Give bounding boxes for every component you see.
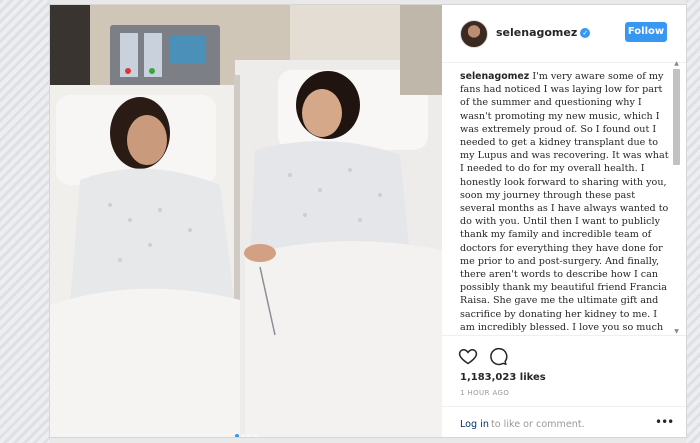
caption-scroll-area[interactable]: selenagomez I'm very aware some of my fa… [460,70,670,332]
comment-icon[interactable] [488,346,508,366]
username-link[interactable]: selenagomez ✓ [496,26,591,39]
post-header: selenagomez ✓ Follow [442,5,686,63]
login-prompt-text: to like or comment. [491,419,585,430]
username-text[interactable]: selenagomez [496,26,577,39]
backdrop-left [0,0,50,443]
more-options-icon[interactable]: ••• [655,415,674,431]
likes-count[interactable]: 1,183,023 likes [460,372,546,383]
caption-scrollbar[interactable]: ▲ ▼ [673,61,680,335]
login-link[interactable]: Log in [460,419,489,430]
screenshot-root: selenagomez ✓ Follow selenagomez I'm very… [0,0,700,443]
caption-text: I'm very aware some of my fans had notic… [460,71,669,332]
post-details-panel: selenagomez ✓ Follow selenagomez I'm very… [442,5,686,437]
post-photo[interactable] [50,5,442,437]
post-modal: selenagomez ✓ Follow selenagomez I'm very… [50,5,686,437]
carousel-dot[interactable] [253,434,257,437]
verified-badge-icon: ✓ [580,28,591,38]
post-actions: 1,183,023 likes 1 HOUR AGO Log in to lik… [442,335,686,438]
carousel-dot[interactable] [235,434,239,437]
post-timestamp[interactable]: 1 HOUR AGO [460,389,509,397]
scrollbar-thumb[interactable] [673,69,680,165]
login-prompt: Log in to like or comment. ••• [442,406,686,439]
avatar[interactable] [460,20,488,48]
heart-icon[interactable] [458,346,478,366]
backdrop-right [686,0,700,443]
caption-username[interactable]: selenagomez [460,71,529,82]
carousel-dots[interactable] [50,423,442,437]
scroll-up-arrow-icon[interactable]: ▲ [673,61,680,67]
hospital-photo-illustration [50,5,442,437]
post-caption: selenagomez I'm very aware some of my fa… [460,70,670,332]
carousel-dot[interactable] [247,434,251,437]
carousel-dot[interactable] [241,434,245,437]
follow-button[interactable]: Follow [625,22,667,42]
